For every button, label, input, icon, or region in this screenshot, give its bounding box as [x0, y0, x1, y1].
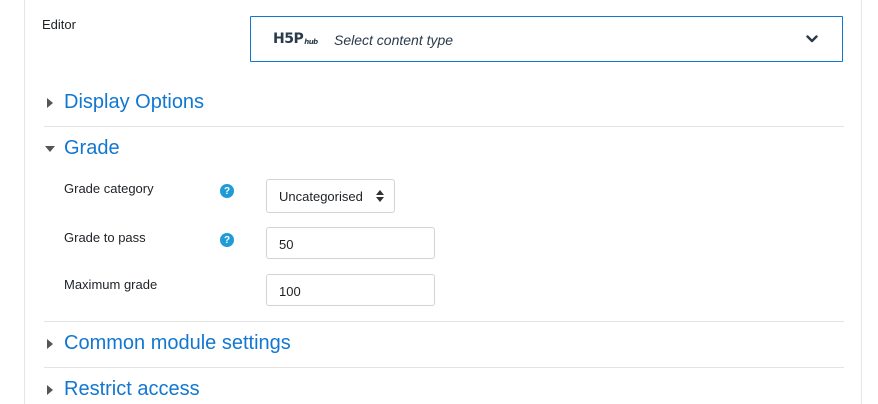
h5p-hub-logo: H5Phub	[273, 31, 318, 47]
section-title-display-options: Display Options	[64, 91, 205, 113]
grade-category-label: Grade category	[64, 181, 154, 196]
h5p-logo-sub: hub	[304, 38, 318, 46]
section-common-module-settings[interactable]: Common module settings	[44, 332, 291, 355]
caret-down-icon	[44, 143, 56, 155]
section-display-options[interactable]: Display Options	[44, 91, 204, 114]
section-divider	[44, 126, 844, 127]
select-updown-icon	[376, 190, 384, 202]
section-divider	[44, 321, 844, 322]
caret-right-icon	[44, 97, 56, 109]
section-title-restrict-access: Restrict access	[64, 378, 200, 400]
content-type-placeholder: Select content type	[334, 32, 454, 48]
section-divider	[44, 367, 844, 368]
grade-to-pass-input[interactable]: 50	[266, 227, 435, 259]
grade-to-pass-value: 50	[279, 237, 294, 252]
h5p-logo-main: H5P	[273, 31, 304, 47]
caret-right-icon	[44, 338, 56, 350]
grade-category-select[interactable]: Uncategorised	[266, 179, 395, 213]
section-title-grade: Grade	[64, 137, 120, 159]
section-title-common-module-settings: Common module settings	[64, 332, 291, 354]
grade-to-pass-label: Grade to pass	[64, 230, 146, 245]
content-type-selector[interactable]: H5Phub Select content type	[250, 16, 843, 62]
section-grade[interactable]: Grade	[44, 137, 120, 160]
caret-right-icon	[44, 384, 56, 396]
maximum-grade-label: Maximum grade	[64, 277, 158, 292]
maximum-grade-value: 100	[279, 284, 301, 299]
grade-category-value: Uncategorised	[279, 189, 363, 204]
help-icon[interactable]: ?	[220, 233, 234, 247]
editor-label: Editor	[42, 17, 76, 32]
chevron-down-icon	[806, 35, 818, 43]
section-restrict-access[interactable]: Restrict access	[44, 378, 200, 401]
help-icon[interactable]: ?	[220, 184, 234, 198]
maximum-grade-input[interactable]: 100	[266, 274, 435, 306]
